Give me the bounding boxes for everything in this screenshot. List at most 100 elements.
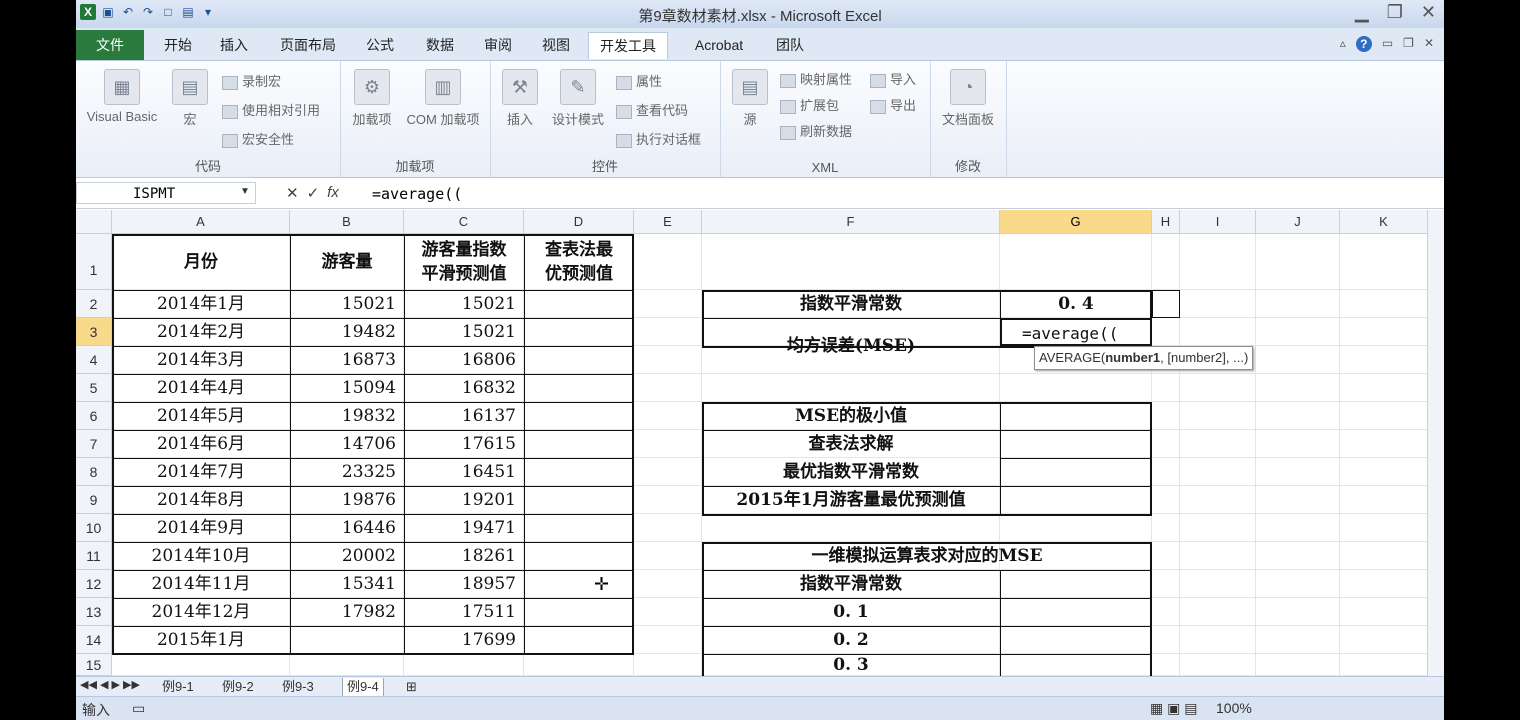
data-table-header: 指数平滑常数 <box>800 574 902 594</box>
group-label-modify: 修改 <box>954 159 981 174</box>
row-header-15[interactable]: 15 <box>76 654 112 676</box>
row-header-3[interactable]: 3 <box>76 318 112 346</box>
map-properties-button[interactable]: 映射属性 <box>780 69 852 88</box>
table3-col-line <box>1000 402 1001 514</box>
formula-input[interactable]: =average(( <box>372 185 462 203</box>
insert-control-button[interactable]: ⚒ 插入 <box>498 69 542 128</box>
sheet-tab-9-2[interactable]: 例9-2 <box>222 678 254 696</box>
help-icon[interactable]: ? <box>1355 36 1372 52</box>
row-header-5[interactable]: 5 <box>76 374 112 402</box>
relative-ref-button[interactable]: 使用相对引用 <box>222 100 320 119</box>
insert-function-icon[interactable]: fx <box>327 184 339 202</box>
row-header-1[interactable]: 1 <box>76 234 112 290</box>
tab-home[interactable]: 开始 <box>160 32 196 58</box>
column-header-h[interactable]: H <box>1152 210 1180 234</box>
refresh-data-button[interactable]: 刷新数据 <box>780 121 852 140</box>
view-code-button[interactable]: 查看代码 <box>616 100 688 119</box>
row-header-6[interactable]: 6 <box>76 402 112 430</box>
tab-acrobat[interactable]: Acrobat <box>684 32 754 58</box>
column-header-b[interactable]: B <box>290 210 404 234</box>
tab-team[interactable]: 团队 <box>768 32 812 58</box>
tab-formulas[interactable]: 公式 <box>362 32 398 58</box>
row-header-8[interactable]: 8 <box>76 458 112 486</box>
zoom-level[interactable]: 100% <box>1216 700 1252 716</box>
map-properties-icon <box>780 73 796 88</box>
macro-record-icon[interactable]: ▭ <box>132 700 145 717</box>
addins-button[interactable]: ⚙ 加载项 <box>346 69 398 128</box>
active-cell-editor[interactable]: =average(( <box>1000 318 1152 346</box>
export-button[interactable]: 导出 <box>870 95 916 114</box>
tab-file[interactable]: 文件 <box>76 30 144 60</box>
cell-h2[interactable] <box>1152 290 1180 318</box>
tab-data[interactable]: 数据 <box>422 32 458 58</box>
expansion-packs-button[interactable]: 扩展包 <box>780 95 839 114</box>
restore-icon[interactable]: ❐ <box>1387 2 1403 23</box>
sheet-tab-9-4[interactable]: 例9-4 <box>342 678 384 697</box>
row-header-13[interactable]: 13 <box>76 598 112 626</box>
smoothing-constant-value[interactable]: 0. 4 <box>1000 290 1152 318</box>
cancel-icon[interactable]: ✕ <box>286 184 299 202</box>
formula-buttons: ✕ ✓ fx <box>286 184 339 202</box>
row-header-2[interactable]: 2 <box>76 290 112 318</box>
column-header-f[interactable]: F <box>702 210 1000 234</box>
minimize-icon[interactable]: ▁ <box>1355 2 1369 23</box>
close-icon[interactable]: ✕ <box>1421 2 1436 23</box>
com-addins-button[interactable]: ▥ COM 加载项 <box>398 69 488 128</box>
row-header-9[interactable]: 9 <box>76 486 112 514</box>
row-header-11[interactable]: 11 <box>76 542 112 570</box>
column-header-k[interactable]: K <box>1340 210 1428 234</box>
run-dialog-icon <box>616 133 632 148</box>
run-dialog-button[interactable]: 执行对话框 <box>616 129 701 148</box>
column-header-e[interactable]: E <box>634 210 702 234</box>
tab-view[interactable]: 视图 <box>538 32 574 58</box>
column-header-g[interactable]: G <box>1000 210 1152 234</box>
import-button[interactable]: 导入 <box>870 69 916 88</box>
data-table-value[interactable]: 0. 1 <box>702 598 1000 626</box>
document-panel-button[interactable]: ◔ 文档面板 <box>934 69 1002 128</box>
data-table-value[interactable]: 0. 3 <box>702 654 1000 676</box>
properties-button[interactable]: 属性 <box>616 71 662 90</box>
column-header-d[interactable]: D <box>524 210 634 234</box>
chevron-down-icon[interactable]: ▼ <box>240 186 250 197</box>
sheet-nav-icon[interactable]: ◀◀ ◀ ▶ ▶▶ <box>80 678 140 691</box>
collapse-ribbon-icon[interactable]: ▵ <box>1340 36 1346 52</box>
table1-border <box>112 234 634 655</box>
column-header-j[interactable]: J <box>1256 210 1340 234</box>
data-table-title: 一维模拟运算表求对应的MSE <box>811 546 1043 566</box>
tab-insert[interactable]: 插入 <box>216 32 252 58</box>
table1-col-line <box>404 234 405 654</box>
view-buttons-icon[interactable]: ▦ ▣ ▤ <box>1150 700 1197 717</box>
row-header-10[interactable]: 10 <box>76 514 112 542</box>
tab-developer[interactable]: 开发工具 <box>588 32 668 59</box>
enter-icon[interactable]: ✓ <box>307 184 320 202</box>
sheet-tab-9-3[interactable]: 例9-3 <box>282 678 314 696</box>
tab-review[interactable]: 审阅 <box>480 32 516 58</box>
sheet-tab-9-1[interactable]: 例9-1 <box>162 678 194 696</box>
column-header-c[interactable]: C <box>404 210 524 234</box>
data-table-value[interactable]: 0. 2 <box>702 626 1000 654</box>
macro-security-button[interactable]: 宏安全性 <box>222 129 294 148</box>
row-header-7[interactable]: 7 <box>76 430 112 458</box>
close-doc-icon[interactable]: ✕ <box>1424 36 1434 52</box>
row-header-14[interactable]: 14 <box>76 626 112 654</box>
name-box[interactable]: ISPMT <box>76 182 256 204</box>
restore-doc-icon[interactable]: ❐ <box>1403 36 1414 52</box>
tab-page-layout[interactable]: 页面布局 <box>274 32 342 58</box>
vertical-scrollbar[interactable] <box>1427 210 1444 676</box>
xml-source-icon: ▤ <box>732 69 768 105</box>
row-header-4[interactable]: 4 <box>76 346 112 374</box>
minimize-doc-icon[interactable]: ▭ <box>1382 36 1393 52</box>
record-macro-button[interactable]: 录制宏 <box>222 71 281 90</box>
source-button[interactable]: ▤ 源 <box>730 69 770 128</box>
row-header-12[interactable]: 12 <box>76 570 112 598</box>
select-all-corner[interactable] <box>76 210 112 234</box>
macros-button[interactable]: ▤ 宏 <box>170 69 210 128</box>
worksheet-grid[interactable]: A B C D E F G H I J K 1 2 3 4 5 6 7 8 9 10 11 12 13 14 15 月份 游客量 游客量… <box>76 210 1444 680</box>
group-label-code: 代码 <box>194 159 221 174</box>
column-header-a[interactable]: A <box>112 210 290 234</box>
visual-basic-button[interactable]: ▦ Visual Basic <box>80 69 164 124</box>
column-header-i[interactable]: I <box>1180 210 1256 234</box>
table4-col-line <box>1000 570 1001 676</box>
design-mode-button[interactable]: ✎ 设计模式 <box>546 69 610 128</box>
new-sheet-icon[interactable]: ⊞ <box>406 678 417 696</box>
